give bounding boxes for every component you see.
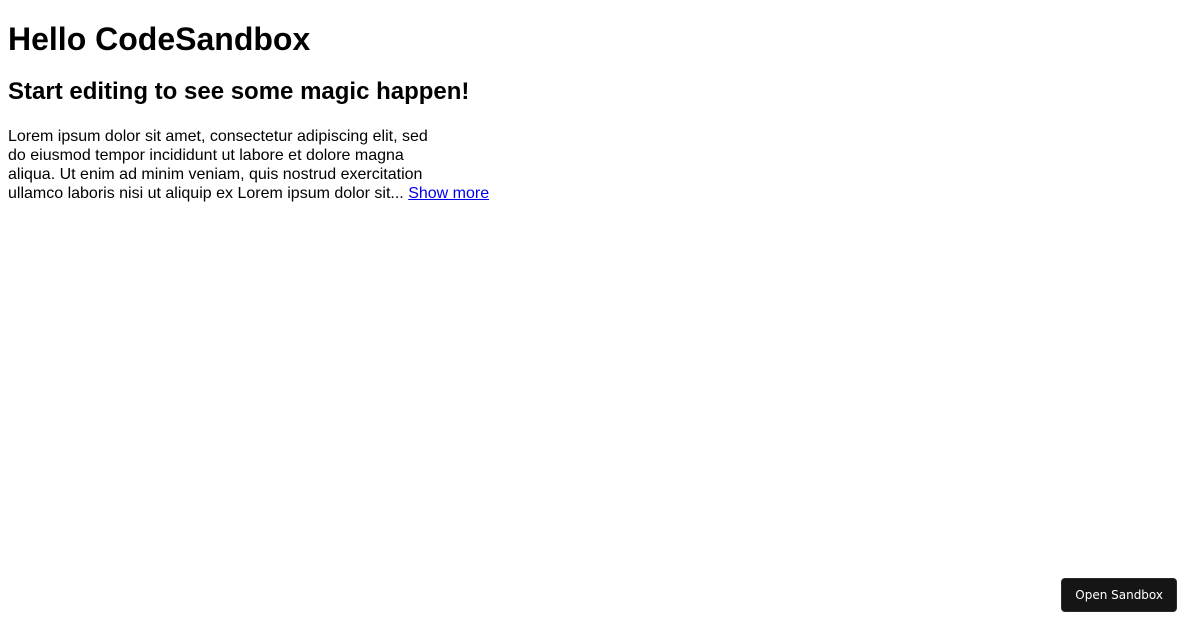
paragraph-line: do eiusmod tempor incididunt ut labore e… [8,147,404,164]
paragraph-line: Lorem ipsum dolor sit amet, consectetur … [8,128,428,145]
lorem-paragraph: Lorem ipsum dolor sit amet, consectetur … [8,127,489,203]
page-subtitle: Start editing to see some magic happen! [8,78,470,105]
main-content: Hello CodeSandbox Start editing to see s… [8,0,489,203]
open-sandbox-button[interactable]: Open Sandbox [1061,578,1177,612]
show-more-link[interactable]: Show more [408,185,489,202]
paragraph-line: ullamco laboris nisi ut aliquip ex Lorem… [8,185,404,202]
page-title: Hello CodeSandbox [8,21,311,57]
paragraph-line: aliqua. Ut enim ad minim veniam, quis no… [8,166,423,183]
paragraph-last-line: ullamco laboris nisi ut aliquip ex Lorem… [8,184,489,203]
